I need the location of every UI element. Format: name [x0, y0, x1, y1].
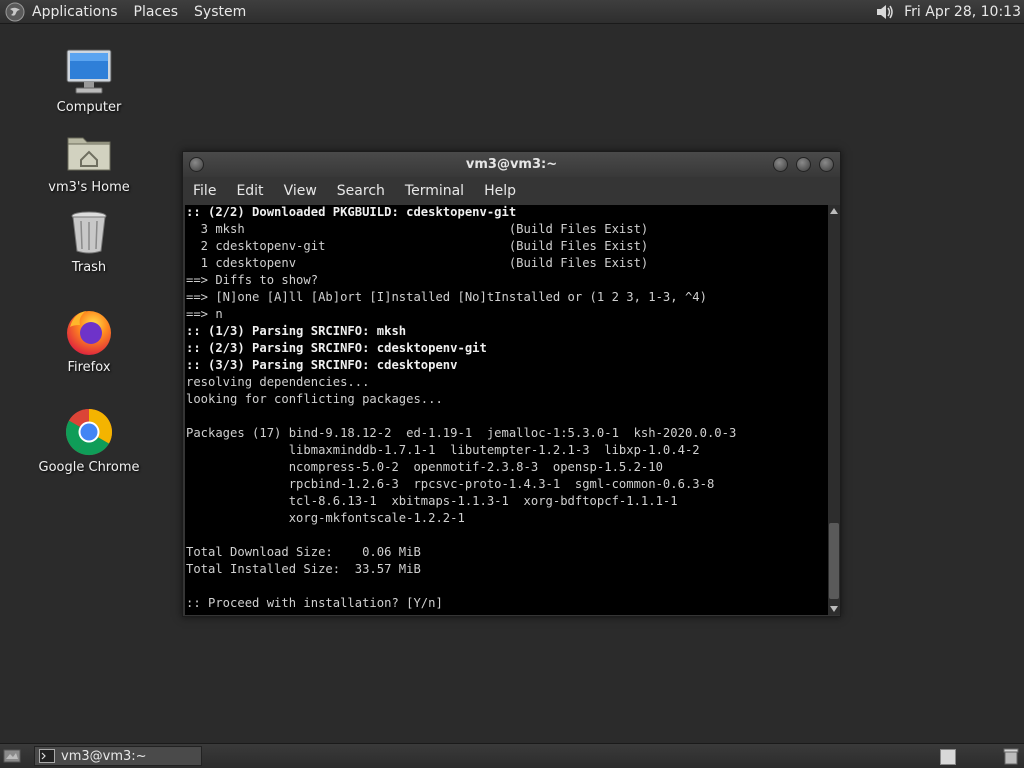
distro-logo-icon[interactable]	[4, 1, 26, 23]
terminal-text: :: (2/2) Downloaded PKGBUILD: cdesktopen…	[185, 205, 828, 612]
firefox-icon	[63, 306, 115, 358]
terminal-line: resolving dependencies...	[186, 375, 370, 389]
desktop-icon-label: Trash	[71, 260, 107, 275]
home-folder-icon	[63, 126, 115, 178]
panel-tray: Fri Apr 28, 10:13	[874, 0, 1024, 24]
terminal-line: ==> Diffs to show?	[186, 273, 319, 287]
terminal-line: Packages (17) bind-9.18.12-2 ed-1.19-1 j…	[186, 426, 737, 440]
show-desktop-icon[interactable]	[3, 748, 21, 764]
terminal-line: looking for conflicting packages...	[186, 392, 443, 406]
menu-file[interactable]: File	[193, 183, 216, 199]
terminal-line: :: Proceed with installation? [Y/n]	[186, 596, 443, 610]
minimize-button[interactable]	[773, 157, 788, 172]
scrollbar-thumb[interactable]	[829, 523, 839, 599]
terminal-line: 2 cdesktopenv-git (Build Files Exist)	[186, 239, 649, 253]
terminal-line: ==> [N]one [A]ll [Ab]ort [I]nstalled [No…	[186, 290, 707, 304]
top-panel: Applications Places System Fri Apr 28, 1…	[0, 0, 1024, 24]
desktop-icon-firefox[interactable]: Firefox	[29, 306, 149, 375]
taskbar-item-terminal[interactable]: vm3@vm3:~	[34, 746, 202, 766]
menu-help[interactable]: Help	[484, 183, 516, 199]
desktop-icon-label: Computer	[56, 100, 122, 115]
terminal-menubar: File Edit View Search Terminal Help	[183, 177, 840, 204]
menu-view[interactable]: View	[284, 183, 317, 199]
trash-applet-icon[interactable]	[1003, 748, 1019, 765]
close-button[interactable]	[819, 157, 834, 172]
computer-icon	[63, 46, 115, 98]
terminal-line: :: (2/3) Parsing SRCINFO: cdesktopenv-gi…	[186, 341, 487, 355]
terminal-line: :: (1/3) Parsing SRCINFO: mksh	[186, 324, 407, 338]
scroll-up-arrow-icon[interactable]	[830, 208, 838, 214]
window-titlebar[interactable]: vm3@vm3:~	[183, 152, 840, 177]
window-menu-button[interactable]	[189, 157, 204, 172]
terminal-icon	[39, 749, 55, 763]
terminal-line: 3 mksh (Build Files Exist)	[186, 222, 649, 236]
desktop-icon-label: vm3's Home	[48, 180, 130, 195]
volume-icon[interactable]	[874, 1, 896, 23]
maximize-button[interactable]	[796, 157, 811, 172]
workspace-switcher[interactable]	[940, 749, 956, 765]
desktop-icon-home[interactable]: vm3's Home	[29, 126, 149, 195]
terminal-window: vm3@vm3:~ File Edit View Search Terminal…	[182, 151, 841, 617]
clock[interactable]: Fri Apr 28, 10:13	[904, 4, 1021, 20]
terminal-scrollbar[interactable]	[828, 205, 840, 615]
window-title: vm3@vm3:~	[465, 157, 558, 172]
trash-icon	[63, 206, 115, 258]
desktop-icon-chrome[interactable]: Google Chrome	[29, 406, 149, 475]
terminal-line: libmaxminddb-1.7.1-1 libutempter-1.2.1-3…	[186, 443, 700, 457]
scroll-down-arrow-icon[interactable]	[830, 606, 838, 612]
terminal-output[interactable]: :: (2/2) Downloaded PKGBUILD: cdesktopen…	[185, 205, 828, 615]
desktop-icon-label: Firefox	[67, 360, 111, 375]
taskbar-item-label: vm3@vm3:~	[61, 748, 147, 764]
terminal-line: :: (2/2) Downloaded PKGBUILD: cdesktopen…	[186, 205, 517, 219]
terminal-line: tcl-8.6.13-1 xbitmaps-1.1.3-1 xorg-bdfto…	[186, 494, 678, 508]
terminal-line: ncompress-5.0-2 openmotif-2.3.8-3 opensp…	[186, 460, 663, 474]
menu-applications[interactable]: Applications	[32, 4, 118, 20]
menu-system[interactable]: System	[194, 4, 246, 20]
terminal-line: 1 cdesktopenv (Build Files Exist)	[186, 256, 649, 270]
menu-search[interactable]: Search	[337, 183, 385, 199]
desktop-icon-label: Google Chrome	[38, 460, 140, 475]
terminal-line: :: (3/3) Parsing SRCINFO: cdesktopenv	[186, 358, 458, 372]
terminal-line: Total Installed Size: 33.57 MiB	[186, 562, 421, 576]
terminal-line: xorg-mkfontscale-1.2.2-1	[186, 511, 465, 525]
chrome-icon	[63, 406, 115, 458]
bottom-panel: vm3@vm3:~	[0, 743, 1024, 768]
desktop-icon-trash[interactable]: Trash	[29, 206, 149, 275]
terminal-line: rpcbind-1.2.6-3 rpcsvc-proto-1.4.3-1 sgm…	[186, 477, 715, 491]
menu-terminal[interactable]: Terminal	[405, 183, 464, 199]
menu-places[interactable]: Places	[134, 4, 179, 20]
menu-edit[interactable]: Edit	[236, 183, 263, 199]
desktop-icon-computer[interactable]: Computer	[29, 46, 149, 115]
terminal-line: ==> n	[186, 307, 223, 321]
terminal-line: Total Download Size: 0.06 MiB	[186, 545, 421, 559]
